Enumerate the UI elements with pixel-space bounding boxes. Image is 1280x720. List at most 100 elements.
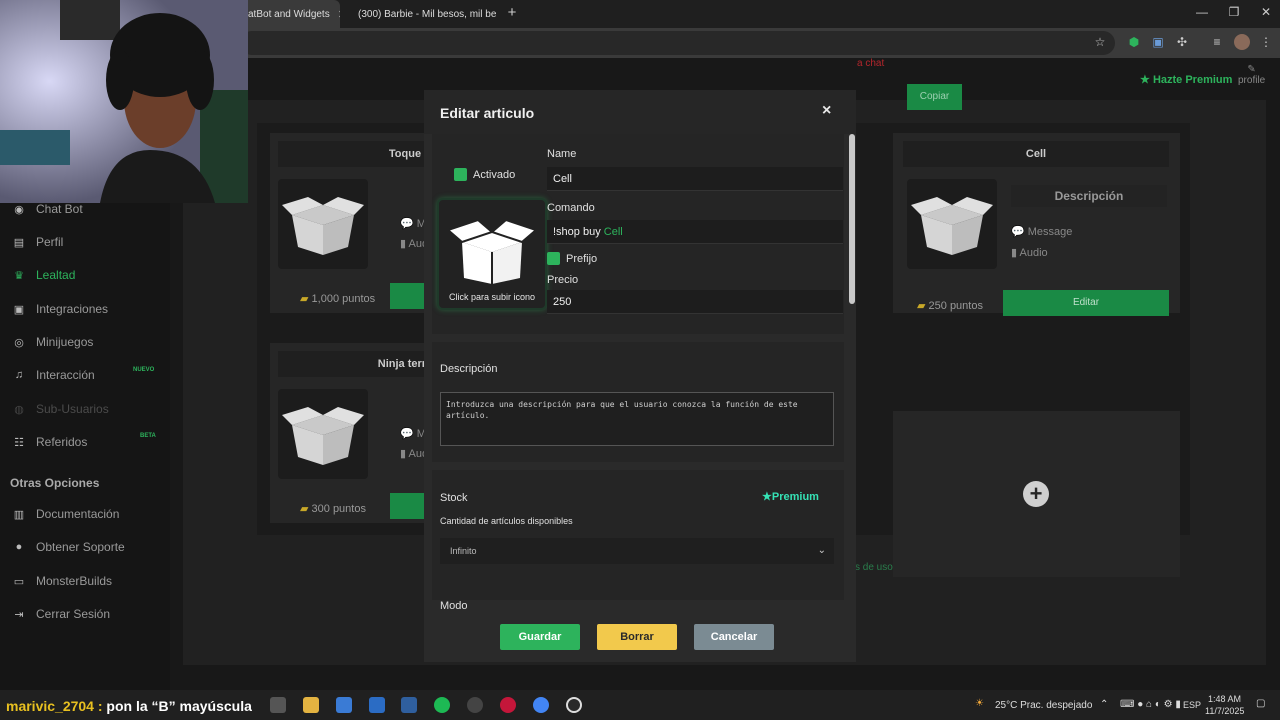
gamepad-icon: ◎ (14, 337, 24, 349)
clock-time[interactable]: 1:48 AM (1208, 694, 1241, 704)
card-points: ▰ 250 puntos (917, 299, 983, 312)
users-icon: ◍ (14, 404, 24, 416)
sidebar-section-title: Otras Opciones (10, 476, 100, 490)
sidebar-item-lealtad[interactable]: ♛ Lealtad (12, 268, 75, 282)
item-card: Cell Descripción 💬 Message ▮ Audio ▰ 250… (893, 133, 1180, 316)
close-icon[interactable]: × (822, 102, 831, 120)
modal-header: Editar articulo × (424, 90, 856, 134)
spotify-icon[interactable] (434, 697, 450, 713)
tray-icons[interactable]: ⌨ ● ⌂ ◐ ⚙ ▮ (1120, 699, 1181, 710)
precio-input[interactable]: 250 (547, 290, 843, 314)
sidebar-item-monsterbuilds[interactable]: ▭ MonsterBuilds (12, 574, 112, 588)
steam-icon[interactable] (566, 697, 582, 713)
app-icon[interactable] (401, 697, 417, 713)
restore-icon[interactable]: ❐ (1224, 5, 1244, 19)
tray-chevron-icon[interactable]: ⌃ (1100, 699, 1108, 710)
comando-prefix: !shop buy (553, 226, 601, 238)
sidebar-item-minijuegos[interactable]: ◎ Minijuegos (12, 335, 93, 349)
trophy-icon: ♛ (14, 270, 24, 282)
star-icon: ★ (1140, 74, 1150, 86)
name-input[interactable]: Cell (547, 167, 843, 191)
coin-icon: ▰ (300, 503, 309, 515)
sidebar-item-label: Lealtad (36, 268, 76, 282)
add-icon[interactable]: + (1023, 481, 1049, 507)
tab-chatbot[interactable]: atBot and Widgets ✕ (240, 0, 340, 28)
sidebar-item-label: MonsterBuilds (36, 574, 113, 588)
media-control-icon[interactable]: ≡ (1209, 34, 1225, 50)
address-bar[interactable] (240, 31, 1115, 55)
modal-scrollbar[interactable] (848, 134, 856, 662)
sidebar-item-referidos[interactable]: ☷ Referidos (12, 435, 87, 449)
weather-text[interactable]: 25°C Prac. despejado (995, 700, 1092, 711)
beta-badge: BETA (140, 433, 156, 439)
activado-checkbox[interactable] (454, 168, 467, 181)
tab-title: (300) Barbie - Mil besos, mil be (358, 8, 497, 20)
monitor-icon: ▭ (13, 576, 25, 588)
scrollbar-thumb[interactable] (849, 134, 855, 304)
menu-kebab-icon[interactable]: ⋮ (1258, 34, 1274, 50)
opera-icon[interactable] (500, 697, 516, 713)
tab-close-icon[interactable]: ✕ (330, 8, 340, 21)
descripcion-label: Descripción (440, 363, 498, 375)
tab-close-icon[interactable]: ✕ (496, 8, 498, 21)
obs-icon[interactable] (467, 697, 483, 713)
sidebar-item-chatbot[interactable]: ◉ Chat Bot (12, 202, 83, 216)
chevron-down-icon: ⌄ (817, 545, 826, 556)
box-icon (907, 179, 997, 269)
clock-date[interactable]: 11/7/2025 (1205, 706, 1244, 716)
sidebar-item-label: Integraciones (36, 302, 109, 316)
task-view-icon[interactable] (270, 697, 286, 713)
bookmark-star-icon[interactable]: ☆ (1092, 34, 1108, 50)
extension-shield-icon[interactable]: ⬢ (1126, 34, 1142, 50)
icon-upload[interactable]: Click para subir icono (437, 198, 547, 310)
box-icon (278, 179, 368, 269)
logout-icon: ⇥ (14, 609, 24, 621)
stream-chat-overlay: marivic_2704 : pon la “B” mayúscula (6, 698, 252, 714)
cancelar-button[interactable]: Cancelar (694, 624, 774, 650)
minimize-icon[interactable]: — (1192, 5, 1212, 19)
store-icon[interactable] (336, 697, 352, 713)
new-tab-button[interactable]: + (504, 4, 520, 22)
sidebar-item-label: Interacción (36, 368, 95, 382)
outlook-icon[interactable] (369, 697, 385, 713)
stock-select[interactable]: Infinito ⌄ (440, 538, 834, 564)
robot-icon: ◉ (14, 204, 24, 216)
prefijo-checkbox[interactable] (547, 252, 560, 265)
guardar-button[interactable]: Guardar (500, 624, 580, 650)
sidebar-item-perfil[interactable]: ▤ Perfil (12, 235, 64, 249)
profile-link[interactable]: ✎ profile (1238, 64, 1265, 86)
sidebar-item-subusuarios[interactable]: ◍ Sub-Usuarios (12, 402, 109, 416)
premium-cta[interactable]: ★ Hazte Premium (1140, 73, 1232, 86)
people-icon: ☷ (14, 437, 24, 449)
comando-input[interactable]: !shop buy Cell (547, 220, 843, 244)
chat-username: marivic_2704 : (6, 698, 103, 714)
sidebar-item-label: Cerrar Sesión (36, 607, 111, 621)
sidebar-item-documentacion[interactable]: ▥ Documentación (12, 507, 120, 521)
translate-icon[interactable]: ▣ (1150, 34, 1166, 50)
general-section: Activado Name Cell Click para subir icon… (432, 134, 844, 334)
notification-icon[interactable]: ▢ (1256, 698, 1265, 709)
premium-badge[interactable]: ★Premium (762, 490, 819, 503)
close-window-icon[interactable]: ✕ (1256, 5, 1276, 19)
sidebar-item-integraciones[interactable]: ▣ Integraciones (12, 302, 108, 316)
sidebar-item-label: Referidos (36, 435, 88, 449)
sidebar-item-soporte[interactable]: ● Obtener Soporte (12, 540, 125, 554)
extensions-puzzle-icon[interactable]: ✣ (1174, 34, 1190, 50)
sidebar-item-cerrar-sesion[interactable]: ⇥ Cerrar Sesión (12, 607, 110, 621)
copy-button[interactable]: Copiar (907, 84, 962, 110)
music-note-icon: ♫ (14, 369, 24, 381)
sidebar-item-interaccion[interactable]: ♫ Interacción (12, 368, 95, 382)
borrar-button[interactable]: Borrar (597, 624, 677, 650)
edit-button[interactable]: Editar (1003, 290, 1169, 316)
add-item-card[interactable]: + (893, 411, 1180, 577)
language-indicator[interactable]: ESP (1183, 700, 1201, 710)
profile-avatar-icon[interactable] (1234, 34, 1250, 50)
file-explorer-icon[interactable] (303, 697, 319, 713)
tab-youtube[interactable]: (300) Barbie - Mil besos, mil be ✕ (344, 0, 498, 28)
descripcion-textarea[interactable]: Introduzca una descripción para que el u… (440, 392, 834, 446)
coin-icon: ▰ (300, 293, 309, 305)
terms-note[interactable]: s de uso. (855, 562, 896, 573)
message-meta: 💬 Message (1011, 226, 1073, 238)
precio-label: Precio (547, 274, 579, 286)
chrome-icon[interactable] (533, 697, 549, 713)
